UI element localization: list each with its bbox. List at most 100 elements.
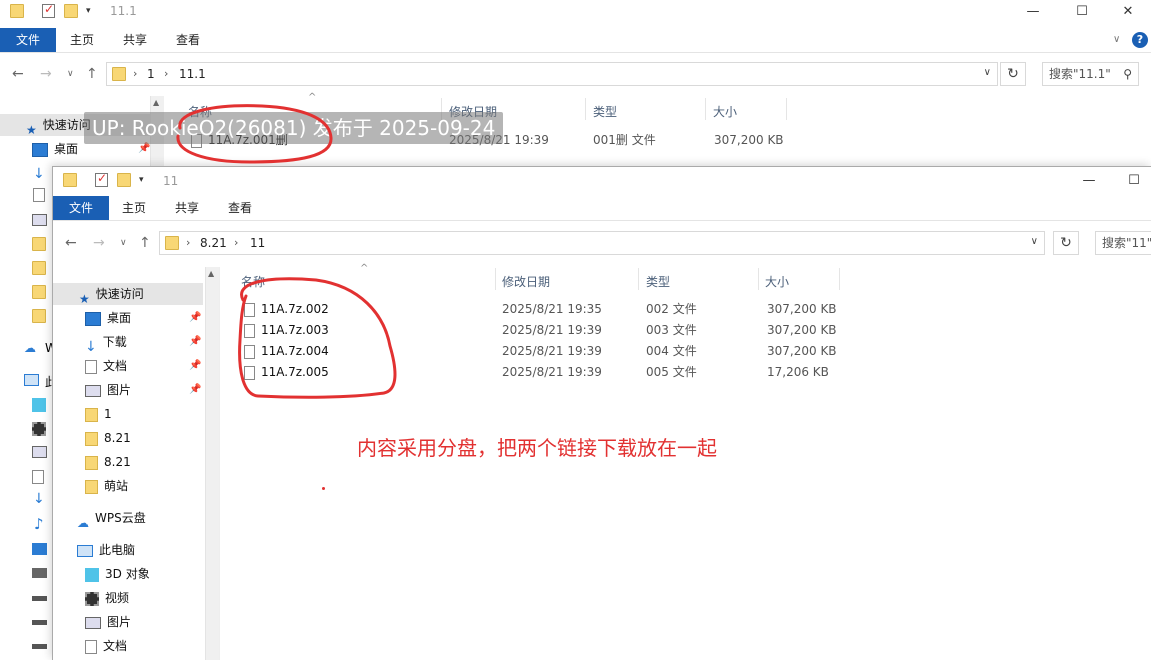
file-icon	[244, 344, 255, 359]
breadcrumb-item[interactable]: 11	[250, 236, 265, 250]
minimize-button[interactable]: —	[1023, 2, 1043, 22]
file-size: 307,200 KB	[767, 302, 837, 316]
sidebar-item[interactable]: 此电脑	[77, 539, 135, 561]
file-type: 004 文件	[646, 344, 697, 358]
tab-view[interactable]: 查看	[164, 28, 212, 52]
column-header-size[interactable]: 大小	[765, 273, 789, 290]
properties-icon[interactable]	[95, 171, 109, 187]
sidebar-item-label: WPS云盘	[95, 511, 146, 525]
breadcrumb-item[interactable]: 1	[147, 67, 155, 81]
back-arrow-icon[interactable]: ←	[12, 66, 24, 82]
drive-icon	[32, 620, 47, 625]
folder-icon	[85, 431, 98, 446]
pin-icon[interactable]: 📌	[189, 384, 201, 395]
sidebar-item[interactable]: ★ 快速访问	[53, 283, 203, 306]
sidebar-item-desktop[interactable]: 桌面	[32, 138, 78, 160]
address-bar[interactable]: › 8.21 › 11 ∨	[159, 231, 1045, 255]
up-arrow-icon[interactable]: ↑	[139, 235, 151, 251]
recent-locations-chevron-icon[interactable]: ∨	[67, 69, 74, 79]
refresh-button[interactable]: ↻	[1053, 231, 1079, 255]
column-divider[interactable]	[839, 268, 840, 290]
breadcrumb-item[interactable]: 11.1	[179, 67, 206, 81]
minimize-button[interactable]: —	[1079, 171, 1099, 191]
back-arrow-icon[interactable]: ←	[65, 235, 77, 251]
column-header-type[interactable]: 类型	[646, 273, 670, 290]
file-type: 002 文件	[646, 302, 697, 316]
sidebar-item[interactable]: 萌站	[85, 475, 128, 497]
column-divider[interactable]	[786, 98, 787, 120]
sidebar-item[interactable]: 图片	[85, 379, 131, 401]
tab-view[interactable]: 查看	[216, 196, 264, 220]
sidebar-item-label: 文档	[103, 359, 128, 373]
column-header-size[interactable]: 大小	[713, 103, 737, 120]
table-row[interactable]: 11A.7z.005 2025/8/21 19:39 005 文件 17,206 KB	[241, 362, 881, 383]
address-dropdown-icon[interactable]: ∨	[984, 67, 991, 78]
tab-share[interactable]: 共享	[111, 28, 159, 52]
breadcrumb-separator: ›	[133, 67, 138, 80]
front-title-bar: ▾ 11 — ☐	[53, 167, 1151, 191]
column-header-date[interactable]: 修改日期	[502, 273, 550, 290]
pin-icon[interactable]: 📌	[189, 336, 201, 347]
sidebar-item[interactable]: 8.21	[85, 451, 131, 473]
column-header-type[interactable]: 类型	[593, 103, 617, 120]
sidebar-item[interactable]: 文档	[85, 635, 127, 657]
maximize-button[interactable]: ☐	[1072, 2, 1092, 22]
help-icon[interactable]: ?	[1132, 32, 1148, 48]
scroll-up-icon[interactable]: ▲	[153, 98, 159, 107]
scroll-up-icon[interactable]: ▲	[208, 269, 214, 278]
tab-share[interactable]: 共享	[163, 196, 211, 220]
desktop-icon	[85, 311, 101, 326]
folder-icon	[32, 309, 46, 323]
address-bar[interactable]: › 1 › 11.1 ∨	[106, 62, 998, 86]
sidebar-item[interactable]: 桌面	[85, 307, 131, 329]
new-folder-icon[interactable]	[64, 4, 78, 18]
sidebar-scrollbar[interactable]: ▲	[205, 267, 219, 660]
sidebar-item[interactable]: 视频	[85, 587, 129, 609]
column-divider[interactable]	[758, 268, 759, 290]
recent-locations-chevron-icon[interactable]: ∨	[120, 238, 127, 248]
sidebar-item[interactable]: 8.21	[85, 427, 131, 449]
breadcrumb-item[interactable]: 8.21	[200, 236, 227, 250]
new-folder-icon[interactable]	[117, 173, 131, 187]
desktop-icon	[32, 142, 48, 157]
file-name-text: 11A.7z.004	[261, 344, 329, 358]
column-divider[interactable]	[705, 98, 706, 120]
tab-home[interactable]: 主页	[110, 196, 158, 220]
tab-home[interactable]: 主页	[58, 28, 106, 52]
refresh-button[interactable]: ↻	[1000, 62, 1026, 86]
table-row[interactable]: 11A.7z.003 2025/8/21 19:39 003 文件 307,200 K…	[241, 320, 881, 341]
folder-icon	[85, 479, 98, 494]
column-header-name[interactable]: 名称	[241, 273, 265, 290]
drive-icon	[32, 568, 47, 578]
chevron-down-icon[interactable]: ∨	[1113, 34, 1120, 45]
sidebar-item[interactable]: 图片	[85, 611, 131, 633]
picture-icon	[85, 616, 101, 629]
sidebar-item[interactable]: ☁ WPS云盘	[77, 507, 146, 530]
table-row[interactable]: 11A.7z.002 2025/8/21 19:35 002 文件 307,200 K…	[241, 299, 881, 320]
pin-icon[interactable]: 📌	[189, 312, 201, 323]
properties-icon[interactable]	[42, 2, 56, 18]
search-input[interactable]: 搜索"11"	[1095, 231, 1151, 255]
address-dropdown-icon[interactable]: ∨	[1031, 236, 1038, 247]
column-divider[interactable]	[585, 98, 586, 120]
sidebar-item[interactable]: 3D 对象	[85, 563, 150, 585]
maximize-button[interactable]: ☐	[1124, 171, 1144, 191]
quick-access-toolbar-dropdown-icon[interactable]: ▾	[86, 6, 100, 20]
tab-file[interactable]: 文件	[0, 28, 57, 52]
sidebar-item[interactable]: 1	[85, 403, 112, 425]
front-ribbon-tabs: 文件 主页 共享 查看	[53, 196, 1151, 220]
forward-arrow-icon[interactable]: →	[40, 66, 52, 82]
pin-icon[interactable]: 📌	[138, 143, 150, 154]
sidebar-item[interactable]: 文档	[85, 355, 127, 377]
close-button[interactable]: ✕	[1118, 2, 1138, 22]
pin-icon[interactable]: 📌	[189, 360, 201, 371]
sidebar-item[interactable]: ↓ 下载	[85, 331, 127, 355]
tab-file[interactable]: 文件	[53, 196, 110, 220]
quick-access-toolbar-dropdown-icon[interactable]: ▾	[139, 175, 153, 189]
forward-arrow-icon[interactable]: →	[93, 235, 105, 251]
search-input[interactable]: 搜索"11.1" ⚲	[1042, 62, 1139, 86]
column-divider[interactable]	[638, 268, 639, 290]
table-row[interactable]: 11A.7z.004 2025/8/21 19:39 004 文件 307,200 K…	[241, 341, 881, 362]
column-divider[interactable]	[495, 268, 496, 290]
up-arrow-icon[interactable]: ↑	[86, 66, 98, 82]
